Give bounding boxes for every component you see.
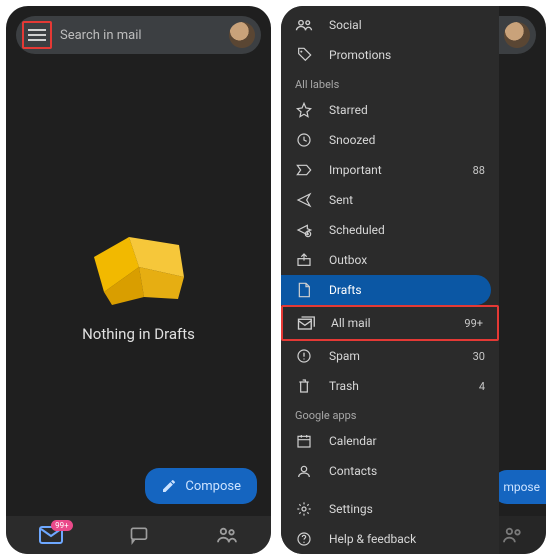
schedule-icon [295,222,313,238]
drawer-item-sent[interactable]: Sent [281,185,499,215]
drawer-item-settings[interactable]: Settings [281,494,499,524]
empty-message: Nothing in Drafts [82,325,195,343]
drawer-item-label: Settings [329,502,485,516]
phone-left: Nothing in Drafts Search in mail Compose… [6,6,271,554]
drawer-item-drafts[interactable]: Drafts [281,275,491,305]
phone-right: mpose Social Promotions All labels Starre… [281,6,546,554]
compose-button[interactable]: Compose [145,468,257,504]
section-google-apps: Google apps [281,401,499,426]
nav-spaces[interactable] [216,526,238,544]
spam-icon [295,348,313,364]
file-icon [295,282,313,298]
drawer-item-scheduled[interactable]: Scheduled [281,215,499,245]
drawer-item-snoozed[interactable]: Snoozed [281,125,499,155]
important-icon [295,163,313,177]
highlight-all-mail: All mail 99+ [281,305,499,341]
drawer-item-promotions[interactable]: Promotions [281,40,499,70]
drawer-item-label: Spam [329,349,457,363]
allmail-icon [297,315,315,331]
chat-icon [129,525,149,545]
clock-icon [295,132,313,148]
trash-icon [295,378,313,394]
drawer-item-count: 30 [473,350,485,363]
drawer-item-label: Scheduled [329,223,485,237]
calendar-icon [295,433,313,449]
drawer-item-label: Help & feedback [329,532,485,546]
people-icon [502,526,524,544]
drawer-item-label: Social [329,18,485,32]
bottom-nav: 99+ [6,516,271,554]
drawer-item-label: Sent [329,193,485,207]
send-icon [295,192,313,208]
drawer-item-label: Promotions [329,48,485,62]
drawer-item-trash[interactable]: Trash 4 [281,371,499,401]
drawer-item-count: 4 [479,380,485,393]
drawer-item-important[interactable]: Important 88 [281,155,499,185]
contacts-icon [295,463,313,479]
drawer-item-spam[interactable]: Spam 30 [281,341,499,371]
nav-chat[interactable] [129,525,149,545]
tag-icon [295,47,313,63]
pencil-icon [161,478,177,494]
help-icon [295,531,313,547]
nav-mail[interactable]: 99+ [39,526,63,544]
social-icon [295,18,313,32]
account-avatar[interactable] [504,22,530,48]
section-all-labels: All labels [281,70,499,95]
nav-drawer: Social Promotions All labels Starred Snooz… [281,6,499,554]
drawer-item-calendar[interactable]: Calendar [281,426,499,456]
drawer-item-label: All mail [331,316,448,330]
drawer-item-outbox[interactable]: Outbox [281,245,499,275]
people-icon [216,526,238,544]
mail-badge: 99+ [51,520,73,531]
drawer-item-count: 99+ [464,317,483,330]
drawer-item-label: Outbox [329,253,485,267]
compose-label: Compose [185,479,241,494]
drawer-item-count: 88 [473,164,485,177]
drawer-item-contacts[interactable]: Contacts [281,456,499,486]
drawer-item-label: Contacts [329,464,485,478]
drafts-empty-icon [84,217,194,307]
star-icon [295,102,313,118]
gear-icon [295,501,313,517]
drawer-item-label: Starred [329,103,485,117]
drawer-item-help-feedback[interactable]: Help & feedback [281,524,499,554]
drawer-item-starred[interactable]: Starred [281,95,499,125]
drawer-item-label: Calendar [329,434,485,448]
drawer-item-label: Trash [329,379,463,393]
drawer-item-all-mail[interactable]: All mail 99+ [283,308,497,338]
drawer-item-label: Snoozed [329,133,485,147]
drawer-item-social[interactable]: Social [281,10,499,40]
drawer-item-label: Drafts [329,283,477,297]
outbox-icon [295,252,313,268]
drawer-item-label: Important [329,163,457,177]
compose-button-partial[interactable]: mpose [493,470,546,504]
